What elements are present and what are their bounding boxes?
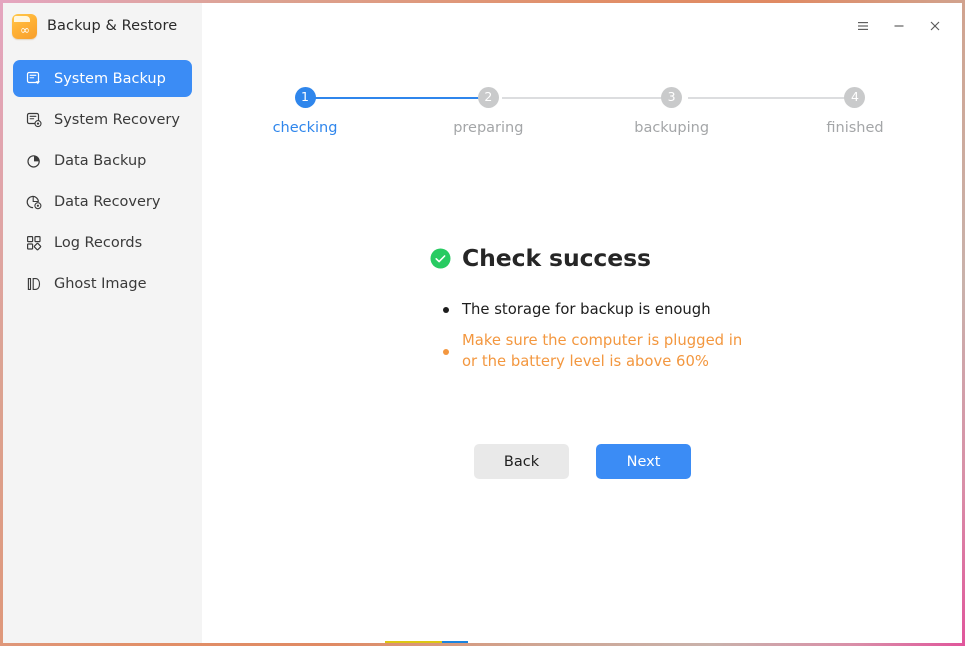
step-connector-3 — [688, 97, 854, 99]
bullet-dot — [443, 307, 449, 313]
sidebar-item-data-recovery[interactable]: Data Recovery — [13, 183, 192, 220]
data-recovery-icon — [25, 193, 43, 211]
step-number-badge: 2 — [477, 87, 499, 108]
step-connector-2 — [502, 97, 668, 99]
app-title: Backup & Restore — [47, 18, 178, 34]
hamburger-menu-icon[interactable] — [848, 12, 878, 40]
sidebar-item-log-records[interactable]: Log Records — [13, 224, 192, 261]
app-header: ∞ Backup & Restore — [3, 3, 202, 49]
sidebar-item-system-backup[interactable]: System Backup — [13, 60, 192, 97]
system-recovery-icon — [25, 111, 43, 129]
step-row: 1 checking 2 preparing 3 backuping 4 fin… — [264, 87, 896, 136]
sidebar-item-data-backup[interactable]: Data Backup — [13, 142, 192, 179]
step-number-badge: 4 — [844, 87, 866, 108]
progress-stepper: 1 checking 2 preparing 3 backuping 4 fin… — [264, 87, 896, 157]
sidebar-item-ghost-image[interactable]: Ghost Image — [13, 265, 192, 302]
result-item-list: The storage for backup is enough Make su… — [443, 299, 850, 373]
step-label: checking — [272, 120, 338, 136]
result-header: Check success — [430, 244, 850, 272]
app-icon-sync-glyph: ∞ — [20, 22, 30, 37]
ghost-image-icon — [25, 275, 43, 293]
step-number-badge: 3 — [661, 87, 683, 108]
app-icon-lid — [14, 15, 30, 22]
check-result-panel: Check success The storage for backup is … — [430, 244, 850, 382]
step-label: finished — [826, 120, 884, 136]
result-title: Check success — [462, 244, 651, 272]
sidebar-item-label: Data Recovery — [54, 193, 161, 210]
sidebar-item-label: Ghost Image — [54, 275, 147, 292]
minimize-icon[interactable] — [884, 12, 914, 40]
sidebar-item-label: System Recovery — [54, 111, 180, 128]
next-button[interactable]: Next — [596, 444, 691, 479]
bullet-dot — [443, 348, 449, 355]
step-label: backuping — [634, 120, 710, 136]
sidebar-item-label: System Backup — [54, 70, 166, 87]
close-icon[interactable] — [920, 12, 950, 40]
log-records-icon — [25, 234, 43, 252]
sidebar-item-label: Log Records — [54, 234, 143, 251]
sidebar: ∞ Backup & Restore System Backup System … — [3, 3, 202, 643]
backup-restore-app-icon: ∞ — [12, 13, 37, 39]
back-button[interactable]: Back — [474, 444, 569, 479]
result-item-storage: The storage for backup is enough — [443, 299, 850, 321]
data-backup-pie-icon — [25, 152, 43, 170]
main-content: 1 checking 2 preparing 3 backuping 4 fin… — [202, 3, 962, 643]
action-button-row: Back Next — [474, 444, 691, 479]
sidebar-nav-list: System Backup System Recovery Data Backu… — [3, 60, 202, 302]
success-check-circle-icon — [430, 248, 451, 269]
step-label: preparing — [453, 120, 524, 136]
sidebar-item-label: Data Backup — [54, 152, 147, 169]
window-controls — [848, 3, 962, 49]
result-item-text: The storage for backup is enough — [462, 301, 711, 318]
result-item-text: Make sure the computer is plugged in or … — [462, 331, 743, 371]
result-item-power-warning: Make sure the computer is plugged in or … — [443, 330, 850, 373]
sidebar-item-system-recovery[interactable]: System Recovery — [13, 101, 192, 138]
step-number-badge: 1 — [294, 87, 316, 108]
window-inner: ∞ Backup & Restore System Backup System … — [3, 3, 962, 643]
system-backup-icon — [25, 70, 43, 88]
application-window: ∞ Backup & Restore System Backup System … — [0, 0, 965, 646]
step-connector-1 — [315, 97, 481, 99]
